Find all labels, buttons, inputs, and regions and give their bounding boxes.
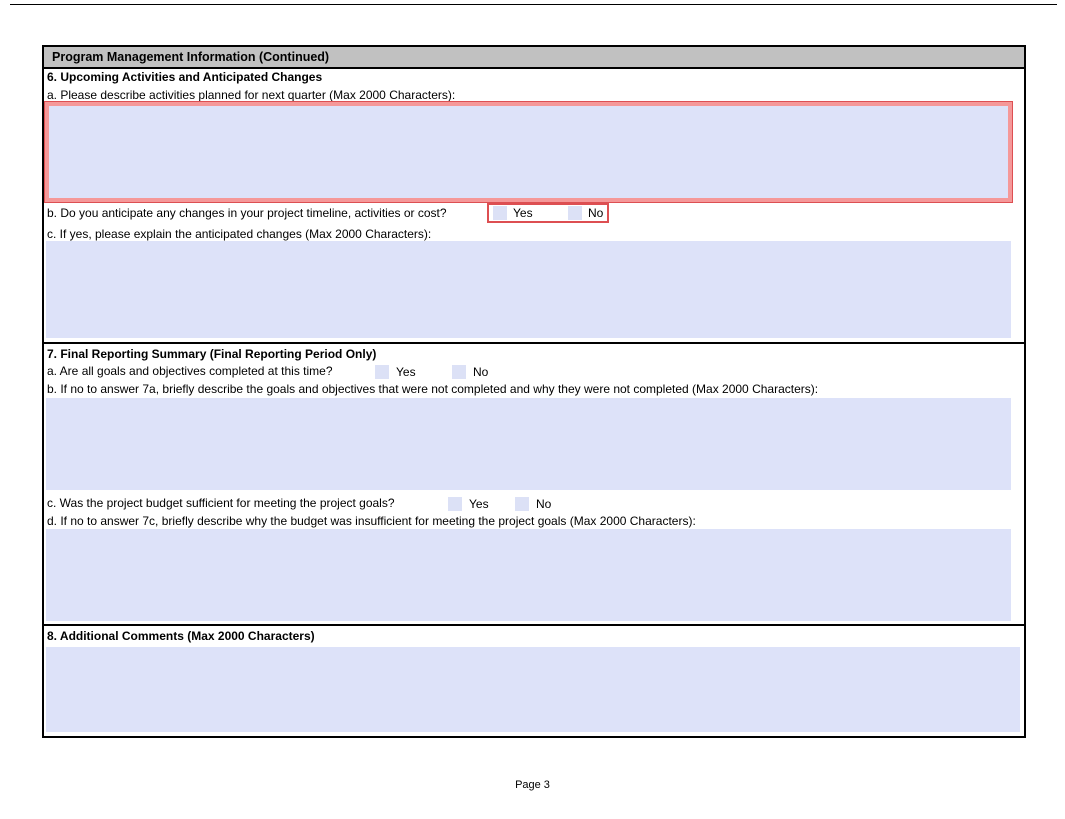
section6-qb-no-checkbox[interactable]: [568, 206, 582, 220]
section7-qc-row: c. Was the project budget sufficient for…: [47, 496, 1021, 513]
section7-qb-textarea[interactable]: [46, 398, 1011, 490]
section8-title: 8. Additional Comments (Max 2000 Charact…: [47, 629, 315, 644]
section6-qb-no-label: No: [588, 205, 603, 221]
section7-qa-yes-checkbox[interactable]: [375, 365, 389, 379]
section7-qc-no-label: No: [536, 496, 551, 512]
section6-qb-yes-checkbox[interactable]: [493, 206, 507, 220]
section8-divider: [44, 624, 1024, 626]
section7-qa-label: a. Are all goals and objectives complete…: [47, 364, 333, 378]
section6-qa-textarea[interactable]: [45, 102, 1012, 202]
section7-qc-yes-checkbox[interactable]: [448, 497, 462, 511]
section6-qb-yes-label: Yes: [513, 205, 533, 221]
section6-qb-label: b. Do you anticipate any changes in your…: [47, 206, 447, 220]
form-container: Program Management Information (Continue…: [42, 45, 1026, 738]
page-top-rule: [10, 4, 1057, 5]
section7-qc-label: c. Was the project budget sufficient for…: [47, 496, 395, 510]
section6-qc-textarea[interactable]: [46, 241, 1011, 338]
section7-qd-textarea[interactable]: [46, 529, 1011, 621]
section7-title: 7. Final Reporting Summary (Final Report…: [47, 347, 376, 362]
section7-qa-yes-label: Yes: [396, 364, 416, 380]
section7-qa-row: a. Are all goals and objectives complete…: [47, 364, 1021, 381]
section6-qc-label: c. If yes, please explain the anticipate…: [47, 227, 431, 242]
section7-qc-no-checkbox[interactable]: [515, 497, 529, 511]
section7-qa-no-checkbox[interactable]: [452, 365, 466, 379]
page-number: Page 3: [0, 779, 1065, 791]
section8-comments-textarea[interactable]: [46, 647, 1020, 732]
section7-divider: [44, 342, 1024, 344]
document-page: Program Management Information (Continue…: [0, 0, 1065, 819]
section7-qc-yes-label: Yes: [469, 496, 489, 512]
section6-title: 6. Upcoming Activities and Anticipated C…: [47, 70, 322, 85]
section7-qb-label: b. If no to answer 7a, briefly describe …: [47, 382, 818, 397]
section6-qa-label: a. Please describe activities planned fo…: [47, 88, 455, 103]
form-header: Program Management Information (Continue…: [44, 47, 1024, 69]
section7-qd-label: d. If no to answer 7c, briefly describe …: [47, 514, 696, 529]
section7-qa-no-label: No: [473, 364, 488, 380]
form-header-title: Program Management Information (Continue…: [52, 50, 329, 64]
section6-qb-options-highlight: Yes No: [487, 203, 609, 223]
